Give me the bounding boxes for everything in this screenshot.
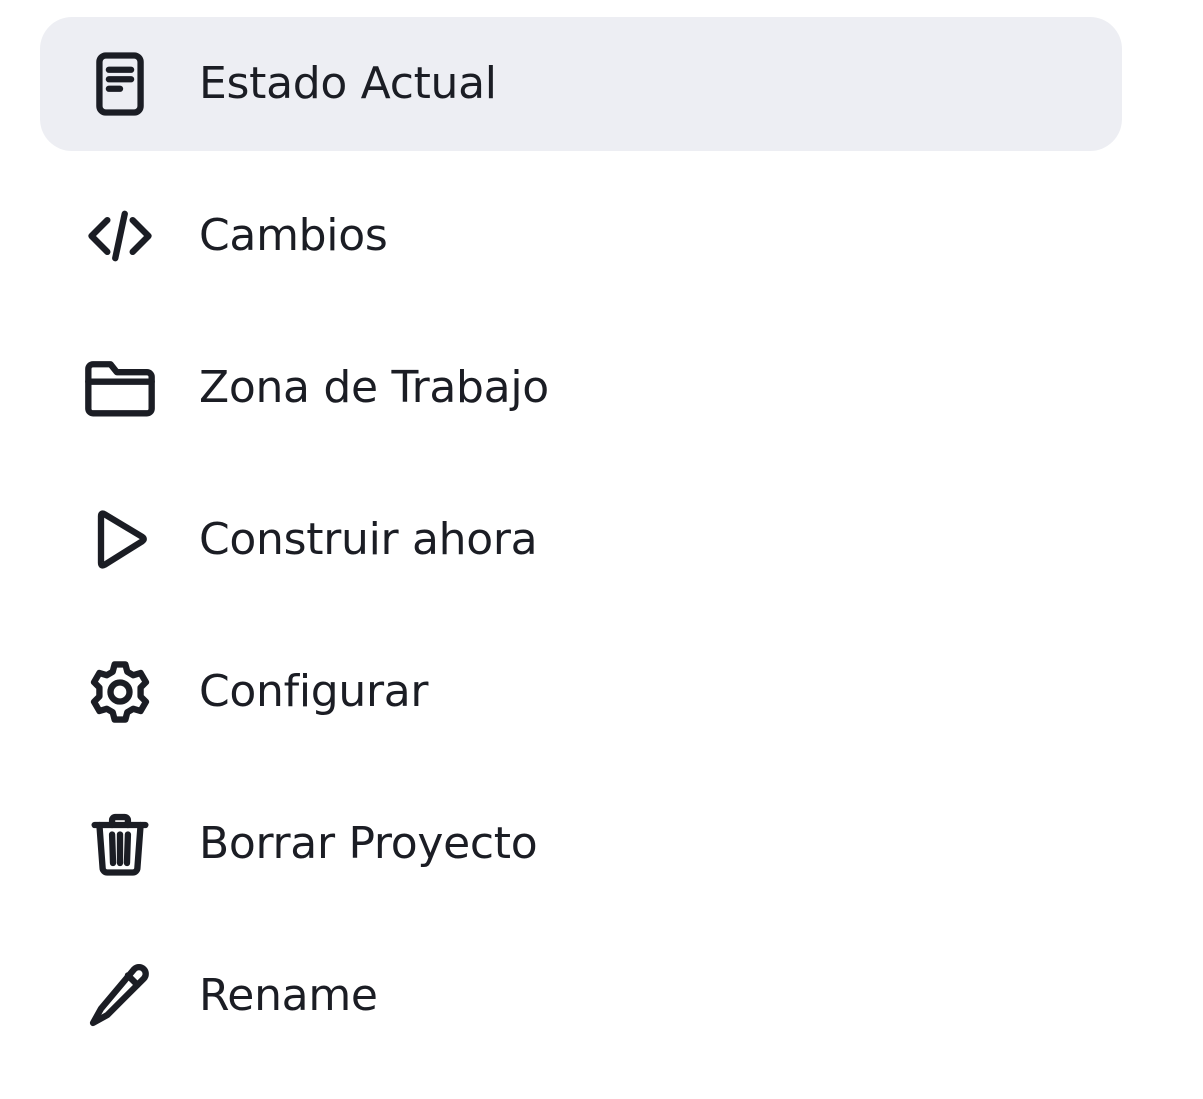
menu-item-label: Rename [199, 970, 378, 1021]
folder-icon [80, 353, 160, 423]
menu-item-label: Borrar Proyecto [199, 818, 538, 869]
pencil-icon [80, 961, 160, 1031]
menu-item-label: Cambios [199, 210, 388, 261]
trash-icon [80, 809, 160, 879]
menu-item-cambios[interactable]: Cambios [40, 169, 1122, 303]
document-icon [80, 49, 160, 119]
menu-item-rename[interactable]: Rename [40, 929, 1122, 1063]
menu-item-zona-de-trabajo[interactable]: Zona de Trabajo [40, 321, 1122, 455]
code-icon [80, 201, 160, 271]
menu-item-label: Construir ahora [199, 514, 538, 565]
project-actions-menu: Estado Actual Cambios Zona de Trabajo Co… [0, 0, 1203, 1099]
menu-item-estado-actual[interactable]: Estado Actual [40, 17, 1122, 151]
menu-item-label: Configurar [199, 666, 429, 717]
menu-item-construir-ahora[interactable]: Construir ahora [40, 473, 1122, 607]
menu-item-borrar-proyecto[interactable]: Borrar Proyecto [40, 777, 1122, 911]
menu-item-configurar[interactable]: Configurar [40, 625, 1122, 759]
play-icon [80, 505, 160, 575]
gear-icon [80, 657, 160, 727]
menu-item-label: Estado Actual [199, 58, 497, 109]
menu-item-label: Zona de Trabajo [199, 362, 549, 413]
